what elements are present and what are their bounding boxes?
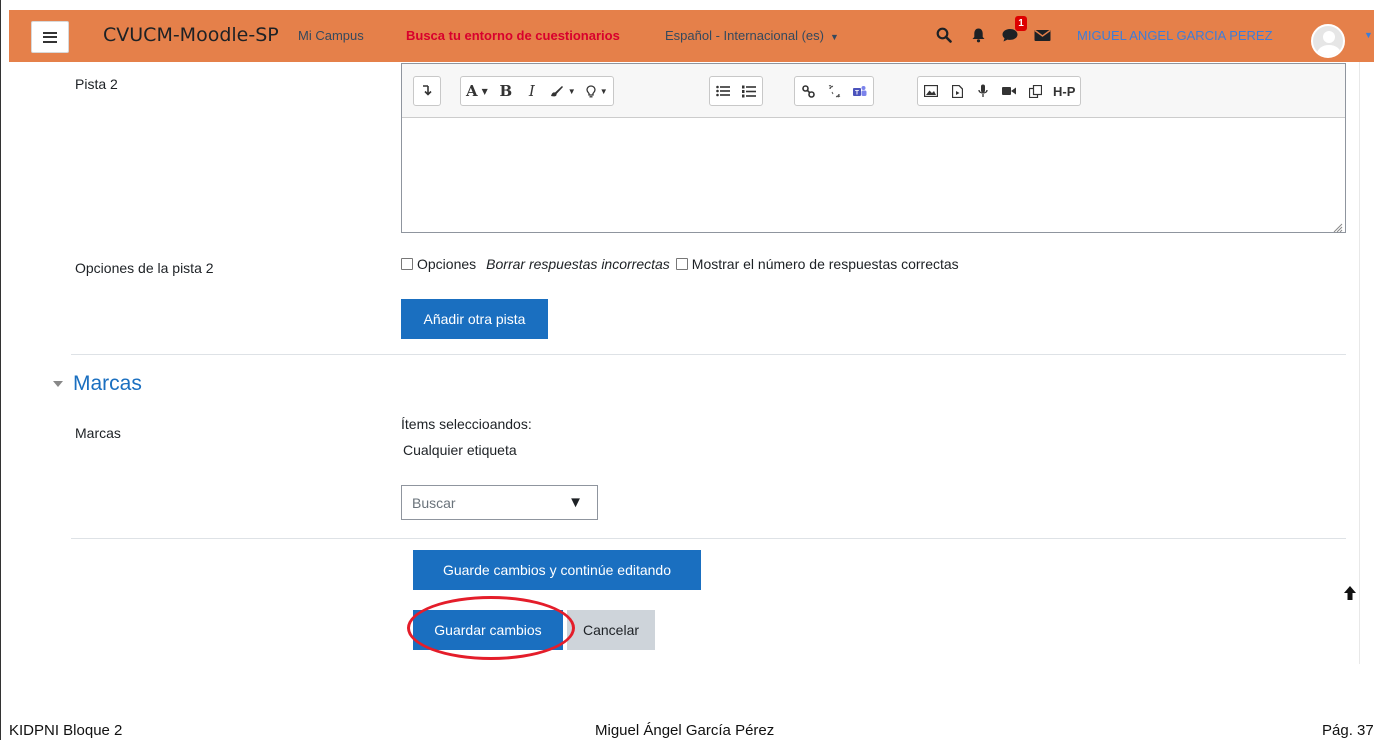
- top-navbar: CVUCM-Moodle-SP Mi Campus Busca tu entor…: [9, 10, 1374, 62]
- site-brand[interactable]: CVUCM-Moodle-SP: [103, 24, 279, 46]
- pista2-options-label: Opciones de la pista 2: [75, 260, 214, 276]
- footer-center: Miguel Ángel García Pérez: [595, 722, 775, 739]
- cancel-button[interactable]: Cancelar: [567, 610, 655, 650]
- collapse-toolbar-icon[interactable]: [414, 77, 440, 105]
- microphone-icon[interactable]: [970, 77, 996, 105]
- selected-items-title: Ítems seleccioandos:: [401, 416, 532, 432]
- content-right-edge: [1359, 62, 1360, 664]
- pista2-content[interactable]: [402, 119, 1345, 232]
- video-icon[interactable]: [996, 77, 1022, 105]
- arrow-up-icon: [1344, 586, 1356, 600]
- section-divider: [71, 354, 1346, 355]
- language-selector[interactable]: Español - Internacional (es) ▼: [665, 28, 839, 43]
- paragraph-style-button[interactable]: A ▼: [461, 77, 493, 105]
- marcas-section-title: Marcas: [73, 372, 142, 395]
- nav-link-busca-entorno[interactable]: Busca tu entorno de cuestionarios: [406, 28, 620, 43]
- avatar-head: [1323, 31, 1335, 43]
- language-label: Español - Internacional (es): [665, 28, 824, 43]
- options-checkbox[interactable]: [401, 258, 413, 270]
- image-icon[interactable]: [918, 77, 944, 105]
- avatar-body: [1317, 45, 1341, 56]
- collapse-triangle-icon: [53, 381, 63, 387]
- page-frame: CVUCM-Moodle-SP Mi Campus Busca tu entor…: [0, 0, 1374, 740]
- link-icon[interactable]: [795, 77, 821, 105]
- hamburger-icon: [43, 31, 57, 43]
- nav-link-mi-campus[interactable]: Mi Campus: [298, 28, 364, 43]
- caret-down-icon: ▼: [829, 32, 839, 42]
- media-file-icon[interactable]: [944, 77, 970, 105]
- italic-button[interactable]: I: [519, 77, 545, 105]
- borrar-option-label: Borrar respuestas incorrectas: [486, 256, 670, 272]
- unordered-list-icon[interactable]: [710, 77, 736, 105]
- tag-search-select[interactable]: Buscar ▼: [401, 485, 598, 520]
- caret-down-icon: ▼: [599, 86, 608, 96]
- unlink-icon[interactable]: [821, 77, 847, 105]
- toolbar-group-media: H-P: [917, 76, 1082, 106]
- menu-toggle-button[interactable]: [31, 21, 69, 53]
- marcas-label: Marcas: [75, 425, 121, 441]
- caret-down-icon: ▼: [481, 86, 488, 96]
- pista2-options-row: Opciones Borrar respuestas incorrectas M…: [401, 256, 959, 272]
- pista2-editor[interactable]: A ▼ B I ▼ ▼ T H-P: [401, 63, 1346, 233]
- pista2-label: Pista 2: [75, 76, 118, 92]
- teams-icon[interactable]: T: [847, 77, 873, 105]
- add-hint-button[interactable]: Añadir otra pista: [401, 299, 548, 339]
- save-continue-button[interactable]: Guarde cambios y continúe editando: [413, 550, 701, 590]
- actions-divider: [71, 538, 1346, 539]
- caret-down-icon: ▼: [567, 86, 576, 96]
- ordered-list-icon[interactable]: [736, 77, 762, 105]
- tag-search-placeholder: Buscar: [412, 494, 456, 511]
- h5p-button[interactable]: H-P: [1048, 77, 1080, 105]
- brush-style-button[interactable]: ▼: [545, 77, 581, 105]
- font-style-label: A: [466, 82, 478, 100]
- mostrar-checkbox-label: Mostrar el número de respuestas correcta…: [691, 256, 959, 272]
- dropdown-arrow-icon: ▼: [568, 494, 583, 511]
- editor-toolbar: A ▼ B I ▼ ▼ T H-P: [402, 64, 1345, 118]
- back-to-top-button[interactable]: [1335, 578, 1365, 608]
- footer-left: KIDPNI Bloque 2: [9, 722, 123, 739]
- svg-text:T: T: [855, 89, 859, 96]
- notification-badge: 1: [1015, 16, 1027, 31]
- toolbar-group-lists: [709, 76, 763, 106]
- highlight-ellipse: [407, 596, 575, 660]
- toolbar-group-links: T: [794, 76, 874, 106]
- search-icon[interactable]: [933, 24, 955, 46]
- user-menu-name[interactable]: MIGUEL ANGEL GARCIA PEREZ: [1077, 28, 1273, 43]
- manage-files-icon[interactable]: [1022, 77, 1048, 105]
- bold-button[interactable]: B: [493, 77, 519, 105]
- mostrar-checkbox[interactable]: [675, 258, 688, 270]
- options-checkbox-label: Opciones: [417, 256, 477, 272]
- selected-items-value: Cualquier etiqueta: [403, 442, 517, 458]
- marcas-section-header[interactable]: Marcas: [53, 372, 142, 396]
- resize-handle-icon[interactable]: [1333, 220, 1343, 233]
- footer-page-number: Pág. 37: [1322, 722, 1374, 739]
- user-caret-down-icon[interactable]: ▼: [1364, 30, 1373, 40]
- mail-icon[interactable]: [1031, 24, 1053, 46]
- bell-icon[interactable]: [967, 24, 989, 46]
- lightbulb-button[interactable]: ▼: [581, 77, 613, 105]
- toolbar-group-format: A ▼ B I ▼ ▼: [460, 76, 614, 106]
- toolbar-group-collapse: [413, 76, 441, 106]
- avatar[interactable]: [1311, 24, 1345, 58]
